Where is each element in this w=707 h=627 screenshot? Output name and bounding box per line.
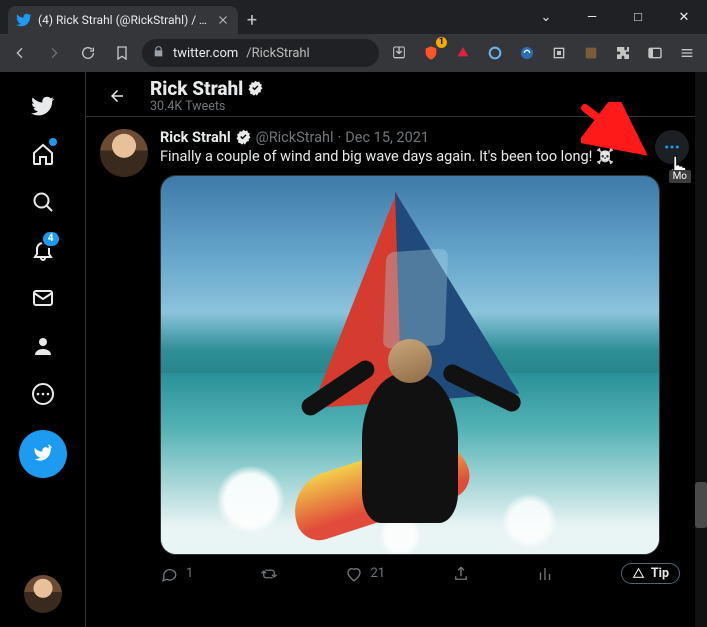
tip-button[interactable]: Tip [621, 563, 680, 584]
tweet-date[interactable]: Dec 15, 2021 [345, 129, 429, 146]
url-host: twitter.com [173, 46, 238, 61]
twitter-main-column: Rick Strahl 30.4K Tweets Rick Strahl @Ri… [86, 72, 707, 627]
tweet-author-avatar[interactable] [100, 129, 148, 177]
verified-badge-icon [235, 129, 252, 146]
sidebar-toggle-icon[interactable] [641, 39, 669, 67]
page-content: 4 Rick Strahl 30.4K Tweets [0, 72, 707, 627]
tweet-author-handle[interactable]: @RickStrahl [256, 129, 334, 146]
extensions-puzzle-icon[interactable] [609, 39, 637, 67]
url-path: /RickStrahl [246, 46, 309, 61]
home-unread-dot [49, 138, 57, 146]
profile-back-button[interactable] [100, 79, 134, 113]
address-bar[interactable]: twitter.com/RickStrahl [142, 39, 379, 67]
tweet-separator: · [337, 129, 341, 146]
new-tab-button[interactable]: + [238, 6, 266, 34]
app-menu-icon[interactable] [673, 39, 701, 67]
window-buttons: ⌄ — □ ✕ [523, 0, 707, 34]
like-button[interactable]: 21 [345, 565, 386, 583]
extension-icon-2[interactable] [513, 39, 541, 67]
twitter-nav-rail: 4 [0, 72, 86, 627]
window-minimize-button[interactable]: — [569, 0, 615, 34]
nav-home-icon[interactable] [19, 130, 67, 178]
brave-shield-icon[interactable]: 1 [417, 39, 445, 67]
nav-explore-icon[interactable] [19, 178, 67, 226]
tweet-more-button[interactable] [655, 130, 689, 164]
browser-toolbar: twitter.com/RickStrahl 1 [0, 34, 707, 72]
tweet-author-name[interactable]: Rick Strahl [160, 129, 231, 146]
retweet-button[interactable] [260, 565, 278, 583]
twitter-logo-icon[interactable] [19, 82, 67, 130]
nav-back-button[interactable] [6, 39, 34, 67]
extension-icon-4[interactable] [577, 39, 605, 67]
nav-forward-button[interactable] [40, 39, 68, 67]
tip-label: Tip [651, 566, 669, 581]
tweet-media[interactable] [160, 175, 660, 555]
tweet-actions: 1 21 [160, 563, 680, 584]
tweet-text: Finally a couple of wind and big wave da… [160, 148, 693, 165]
nav-messages-icon[interactable] [19, 274, 67, 322]
reply-count: 1 [186, 566, 193, 581]
scrollbar-thumb[interactable] [695, 482, 707, 528]
nav-notifications-icon[interactable]: 4 [19, 226, 67, 274]
browser-tab[interactable]: (4) Rick Strahl (@RickStrahl) / Twi [8, 6, 238, 34]
extension-icon-3[interactable] [545, 39, 573, 67]
window-dropdown-button[interactable]: ⌄ [523, 0, 569, 34]
lock-icon [152, 45, 165, 62]
tab-close-icon[interactable] [216, 13, 230, 27]
brave-rewards-icon[interactable] [449, 39, 477, 67]
extension-icon-1[interactable] [481, 39, 509, 67]
tweet: Rick Strahl @RickStrahl · Dec 15, 2021 F… [86, 116, 707, 590]
compose-tweet-button[interactable] [19, 430, 67, 478]
install-app-icon[interactable] [385, 39, 413, 67]
like-count: 21 [371, 566, 386, 581]
bookmark-icon[interactable] [108, 39, 136, 67]
nav-more-icon[interactable] [19, 370, 67, 418]
tab-title: (4) Rick Strahl (@RickStrahl) / Twi [38, 13, 210, 27]
reply-button[interactable]: 1 [160, 565, 193, 583]
window-titlebar: (4) Rick Strahl (@RickStrahl) / Twi + ⌄ … [0, 0, 707, 34]
reload-button[interactable] [74, 39, 102, 67]
shield-badge: 1 [436, 37, 447, 48]
twitter-favicon [16, 12, 32, 28]
window-maximize-button[interactable]: □ [615, 0, 661, 34]
profile-name: Rick Strahl [150, 78, 243, 100]
scrollbar[interactable] [695, 72, 707, 627]
window-close-button[interactable]: ✕ [661, 0, 707, 34]
skull-emoji: ☠️ [596, 148, 614, 165]
verified-badge-icon [247, 80, 264, 97]
analytics-button[interactable] [536, 565, 554, 583]
share-button[interactable] [452, 565, 470, 583]
nav-profile-icon[interactable] [19, 322, 67, 370]
account-avatar[interactable] [24, 575, 62, 613]
notif-count-badge: 4 [41, 230, 61, 248]
tweet-header: Rick Strahl @RickStrahl · Dec 15, 2021 [160, 129, 693, 146]
profile-header: Rick Strahl 30.4K Tweets [86, 72, 707, 116]
profile-tweet-count: 30.4K Tweets [150, 100, 264, 114]
